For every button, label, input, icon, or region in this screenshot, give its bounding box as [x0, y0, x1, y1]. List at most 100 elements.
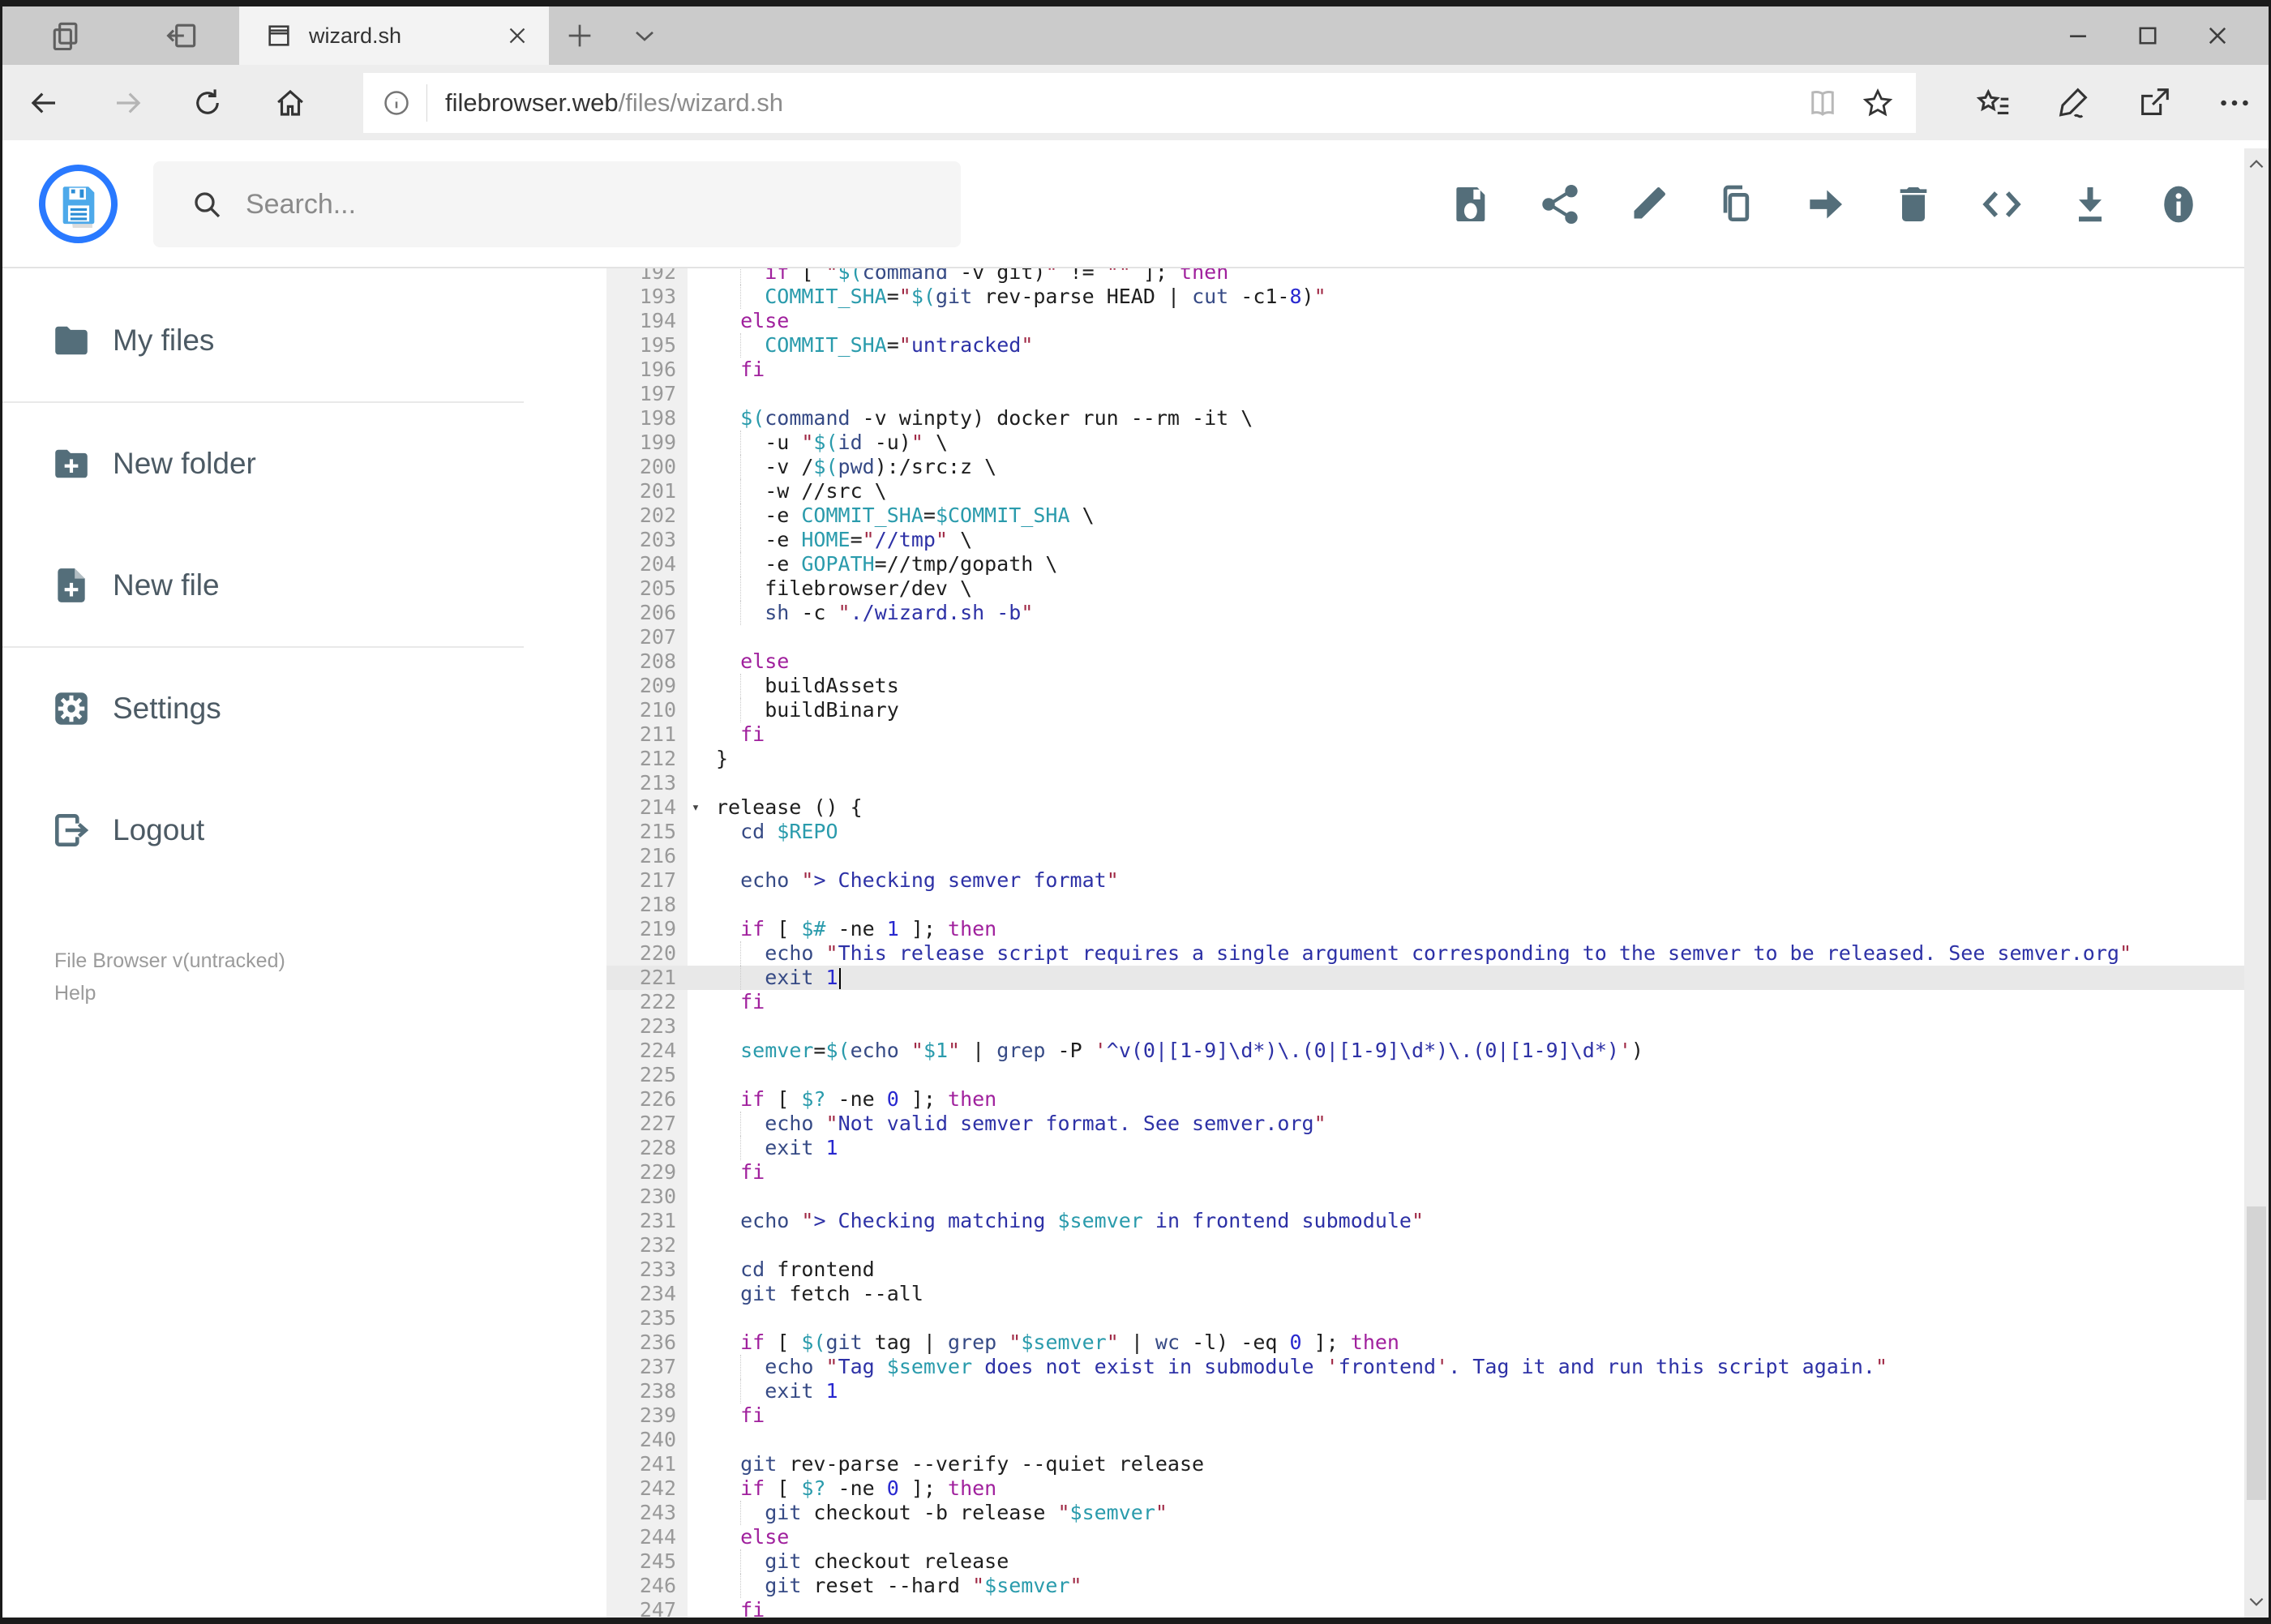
filebrowser-logo-icon[interactable] — [39, 165, 118, 243]
scroll-down-icon[interactable] — [2244, 1585, 2269, 1618]
code-editor[interactable]: 192 if [ "$(command -v git)" != "" ]; th… — [606, 268, 2269, 1618]
hub-icon[interactable] — [1975, 84, 2012, 122]
code-line[interactable]: 220 echo "This release script requires a… — [606, 941, 2244, 966]
code-line[interactable]: 222 fi — [606, 990, 2244, 1014]
favorite-star-icon[interactable] — [1861, 86, 1895, 120]
code-line[interactable]: 238 exit 1 — [606, 1379, 2244, 1403]
code-line[interactable]: 244 else — [606, 1525, 2244, 1549]
code-line[interactable]: 227 echo "Not valid semver format. See s… — [606, 1112, 2244, 1136]
code-line[interactable]: 209 buildAssets — [606, 674, 2244, 698]
more-icon[interactable] — [2216, 84, 2253, 122]
code-line[interactable]: 221 exit 1 — [606, 966, 2244, 990]
code-line[interactable]: 206 sh -c "./wizard.sh -b" — [606, 601, 2244, 625]
code-line[interactable]: 242 if [ $? -ne 0 ]; then — [606, 1476, 2244, 1501]
download-icon[interactable] — [2067, 182, 2113, 227]
code-line[interactable]: 211 fi — [606, 722, 2244, 747]
code-line[interactable]: 246 git reset --hard "$semver" — [606, 1574, 2244, 1598]
annotate-icon[interactable] — [2055, 84, 2093, 122]
code-line[interactable]: 205 filebrowser/dev \ — [606, 576, 2244, 601]
tab-preview-chevron-icon[interactable] — [628, 19, 661, 52]
sidebar-item-new-file[interactable]: New file — [2, 525, 606, 646]
code-line[interactable]: 240 — [606, 1428, 2244, 1452]
code-line[interactable]: 214 ▾ release () { — [606, 795, 2244, 820]
reading-view-icon[interactable] — [1806, 86, 1840, 120]
sidebar-item-new-folder[interactable]: New folder — [2, 403, 606, 525]
code-line[interactable]: 219 if [ $# -ne 1 ]; then — [606, 917, 2244, 941]
close-icon[interactable] — [2183, 6, 2252, 65]
code-line[interactable]: 210 buildBinary — [606, 698, 2244, 722]
code-line[interactable]: 243 git checkout -b release "$semver" — [606, 1501, 2244, 1525]
code-line[interactable]: 192 if [ "$(command -v git)" != "" ]; th… — [606, 268, 2244, 285]
minimize-icon[interactable] — [2043, 6, 2113, 65]
share-icon[interactable] — [1537, 182, 1583, 227]
code-line[interactable]: 224 semver=$(echo "$1" | grep -P '^v(0|[… — [606, 1039, 2244, 1063]
search-input[interactable] — [246, 188, 894, 221]
code-line[interactable]: 247 fi — [606, 1598, 2244, 1618]
code-line[interactable]: 215 cd $REPO — [606, 820, 2244, 844]
code-line[interactable]: 208 else — [606, 649, 2244, 674]
code-line[interactable]: 195 COMMIT_SHA="untracked" — [606, 333, 2244, 358]
tab-wizard-sh[interactable]: wizard.sh — [239, 6, 549, 65]
code-line[interactable]: 218 — [606, 893, 2244, 917]
code-line[interactable]: 231 echo "> Checking matching $semver in… — [606, 1209, 2244, 1233]
code-line[interactable]: 200 -v /$(pwd):/src:z \ — [606, 455, 2244, 479]
code-line[interactable]: 213 — [606, 771, 2244, 795]
restore-tabs-icon[interactable] — [165, 18, 200, 54]
sidebar-item-logout[interactable]: Logout — [2, 769, 606, 891]
copy-icon[interactable] — [1714, 182, 1759, 227]
page-scrollbar[interactable] — [2244, 148, 2269, 1618]
info-icon[interactable] — [2156, 182, 2201, 227]
code-line[interactable]: 223 — [606, 1014, 2244, 1039]
code-line[interactable]: 239 fi — [606, 1403, 2244, 1428]
code-line[interactable]: 216 — [606, 844, 2244, 868]
code-line[interactable]: 232 — [606, 1233, 2244, 1258]
move-icon[interactable] — [1802, 182, 1848, 227]
code-line[interactable]: 235 — [606, 1306, 2244, 1330]
code-line[interactable]: 193 COMMIT_SHA="$(git rev-parse HEAD | c… — [606, 285, 2244, 309]
code-line[interactable]: 204 -e GOPATH=//tmp/gopath \ — [606, 552, 2244, 576]
code-line[interactable]: 194 else — [606, 309, 2244, 333]
code-line[interactable]: 241 git rev-parse --verify --quiet relea… — [606, 1452, 2244, 1476]
code-line[interactable]: 196 fi — [606, 358, 2244, 382]
back-icon[interactable] — [27, 86, 61, 120]
help-link[interactable]: Help — [54, 977, 606, 1009]
code-line[interactable]: 245 git checkout release — [606, 1549, 2244, 1574]
url-field[interactable]: filebrowser.web/files/wizard.sh — [363, 73, 1916, 133]
set-aside-tabs-icon[interactable] — [48, 18, 84, 54]
site-info-icon[interactable] — [381, 88, 412, 118]
save-icon[interactable] — [1449, 182, 1494, 227]
forward-icon[interactable] — [111, 86, 145, 120]
code-line[interactable]: 202 -e COMMIT_SHA=$COMMIT_SHA \ — [606, 503, 2244, 528]
code-line[interactable]: 229 fi — [606, 1160, 2244, 1185]
fold-arrow-icon[interactable]: ▾ — [688, 795, 704, 820]
sidebar-item-settings[interactable]: Settings — [2, 648, 606, 769]
code-line[interactable]: 197 — [606, 382, 2244, 406]
code-line[interactable]: 217 echo "> Checking semver format" — [606, 868, 2244, 893]
scroll-up-icon[interactable] — [2244, 148, 2269, 181]
home-icon[interactable] — [273, 86, 307, 120]
code-line[interactable]: 225 — [606, 1063, 2244, 1087]
code-icon[interactable] — [1979, 182, 2025, 227]
new-tab-icon[interactable] — [563, 19, 596, 52]
scrollbar-thumb[interactable] — [2247, 1206, 2266, 1501]
delete-icon[interactable] — [1891, 182, 1936, 227]
code-line[interactable]: 201 -w //src \ — [606, 479, 2244, 503]
code-line[interactable]: 233 cd frontend — [606, 1258, 2244, 1282]
search-box[interactable] — [153, 161, 961, 247]
code-line[interactable]: 226 if [ $? -ne 0 ]; then — [606, 1087, 2244, 1112]
code-line[interactable]: 230 — [606, 1185, 2244, 1209]
code-line[interactable]: 236 if [ $(git tag | grep "$semver" | wc… — [606, 1330, 2244, 1355]
refresh-icon[interactable] — [191, 86, 225, 120]
code-line[interactable]: 199 -u "$(id -u)" \ — [606, 431, 2244, 455]
code-line[interactable]: 198 $(command -v winpty) docker run --rm… — [606, 406, 2244, 431]
code-line[interactable]: 234 git fetch --all — [606, 1282, 2244, 1306]
code-line[interactable]: 207 — [606, 625, 2244, 649]
close-tab-icon[interactable] — [503, 22, 531, 49]
code-line[interactable]: 212} — [606, 747, 2244, 771]
code-line[interactable]: 237 echo "Tag $semver does not exist in … — [606, 1355, 2244, 1379]
code-line[interactable]: 228 exit 1 — [606, 1136, 2244, 1160]
maximize-icon[interactable] — [2113, 6, 2183, 65]
share-page-icon[interactable] — [2136, 84, 2173, 122]
edit-icon[interactable] — [1626, 182, 1671, 227]
sidebar-item-my-files[interactable]: My files — [2, 280, 606, 401]
